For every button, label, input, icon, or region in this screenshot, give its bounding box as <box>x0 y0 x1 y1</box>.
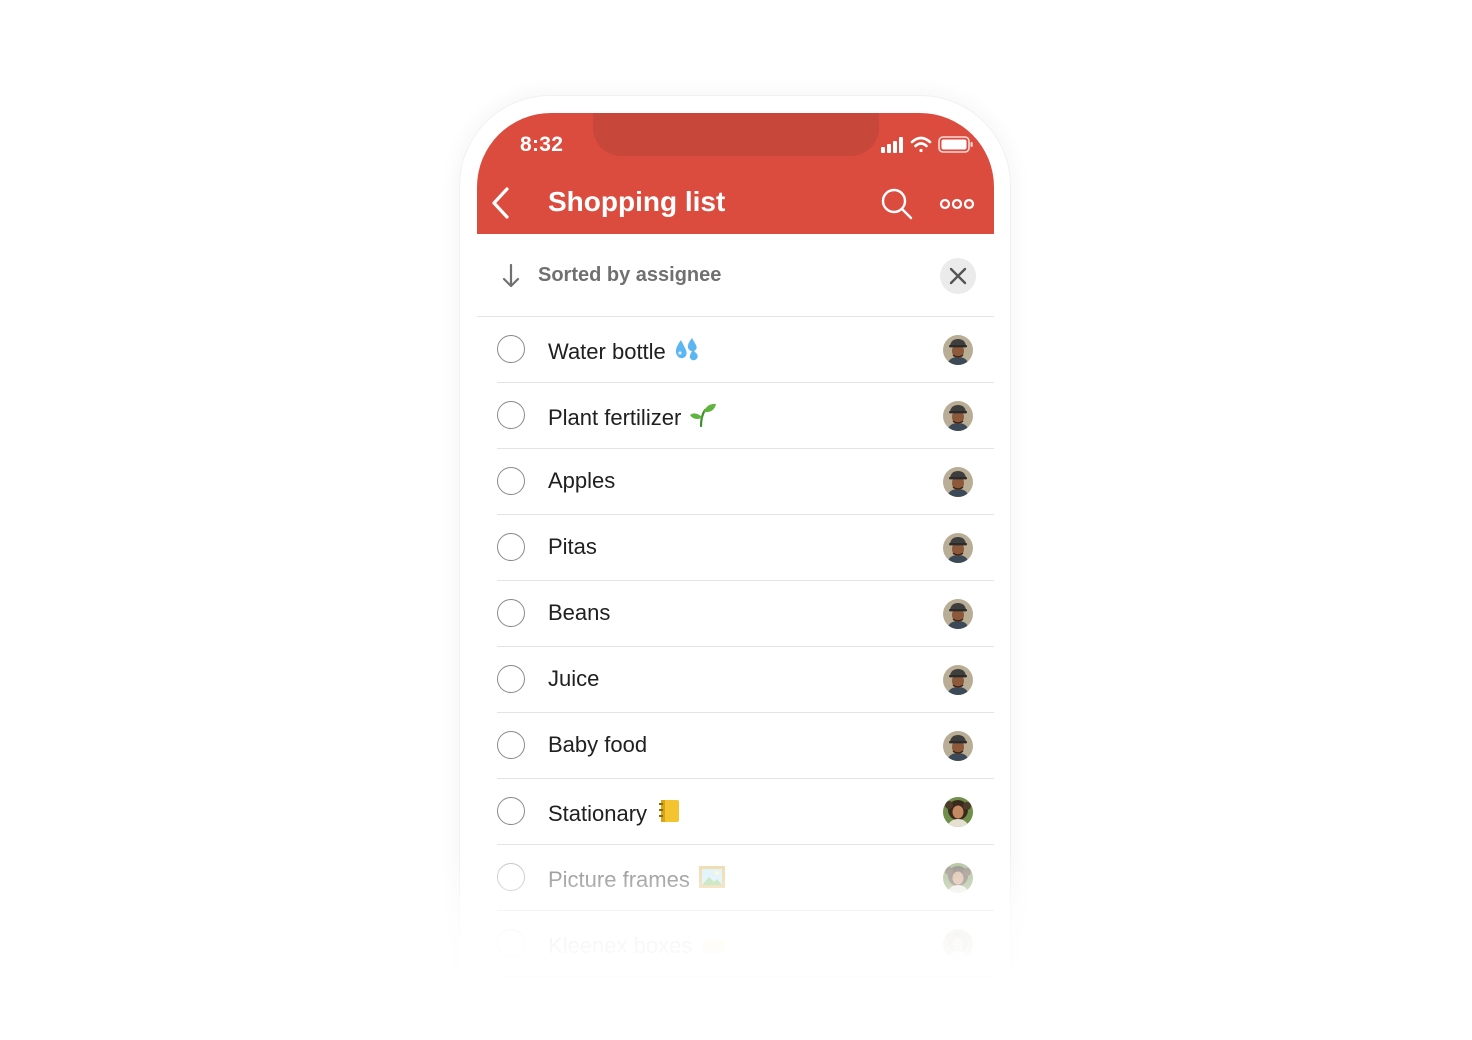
task-label-text: Pitas <box>548 534 597 559</box>
man-avatar-icon <box>943 533 973 563</box>
sweat-droplets-icon <box>675 338 698 361</box>
task-label: Water bottle <box>548 336 702 365</box>
man-avatar-icon <box>943 731 973 761</box>
more-button[interactable] <box>939 193 975 215</box>
assignee-avatar[interactable] <box>943 863 973 893</box>
task-row[interactable]: Kleenex boxes <box>477 911 994 977</box>
task-checkbox[interactable] <box>497 401 525 429</box>
assignee-avatar[interactable] <box>943 731 973 761</box>
chevron-left-icon <box>492 187 509 219</box>
assignee-avatar[interactable] <box>943 467 973 497</box>
task-label: Baby food <box>548 732 647 758</box>
task-label: Juice <box>548 666 599 692</box>
wifi-icon <box>910 136 932 153</box>
man-avatar-icon <box>943 401 973 431</box>
search-icon <box>881 188 913 220</box>
more-horizontal-icon <box>939 198 975 210</box>
woman-avatar-icon <box>943 863 973 893</box>
assignee-avatar[interactable] <box>943 599 973 629</box>
back-button[interactable] <box>485 185 515 221</box>
task-label-text: Stationary <box>548 801 648 826</box>
woman-avatar-icon <box>943 797 973 827</box>
sort-bar: Sorted by assignee <box>477 234 994 317</box>
task-label: Apples <box>548 468 615 494</box>
man-avatar-icon <box>943 599 973 629</box>
task-row[interactable]: Beans <box>477 581 994 647</box>
page-title: Shopping list <box>548 186 726 217</box>
task-checkbox[interactable] <box>497 467 525 495</box>
assignee-avatar[interactable] <box>943 335 973 365</box>
assignee-avatar[interactable] <box>943 797 973 827</box>
task-label: Beans <box>548 600 610 626</box>
task-label-text: Baby food <box>548 732 648 757</box>
task-label: Pitas <box>548 534 597 560</box>
man-avatar-icon <box>943 335 973 365</box>
task-row[interactable]: Water bottle <box>477 317 994 383</box>
task-row[interactable]: Pitas <box>477 515 994 581</box>
task-label-text: Plant fertilizer <box>548 405 682 430</box>
task-row[interactable]: Apples <box>477 449 994 515</box>
tissue-box-icon <box>703 934 726 953</box>
row-divider <box>497 976 994 977</box>
arrow-down-icon <box>502 263 520 288</box>
task-label: Picture frames <box>548 864 726 893</box>
seedling-icon <box>690 403 717 428</box>
task-checkbox[interactable] <box>497 863 525 891</box>
task-row[interactable]: Juice <box>477 647 994 713</box>
task-checkbox[interactable] <box>497 929 525 957</box>
task-label: Plant fertilizer <box>548 402 717 431</box>
clear-sort-button[interactable] <box>940 258 976 294</box>
assignee-avatar[interactable] <box>943 665 973 695</box>
notebook-icon <box>659 800 680 822</box>
task-label-text: Kleenex boxes <box>548 933 693 958</box>
task-label: Stationary <box>548 798 683 827</box>
sort-label: Sorted by assignee <box>538 264 722 286</box>
task-label-text: Apples <box>548 468 616 493</box>
task-row[interactable]: Stationary <box>477 779 994 845</box>
task-list: Water bottle Plant fertilizer Apples Pitas B… <box>477 317 994 977</box>
woman-avatar-icon <box>943 929 973 959</box>
task-checkbox[interactable] <box>497 599 525 627</box>
task-label-text: Beans <box>548 600 611 625</box>
framed-picture-icon <box>698 866 725 888</box>
task-checkbox[interactable] <box>497 533 525 561</box>
assignee-avatar[interactable] <box>943 401 973 431</box>
app-screen: 8:32 Shopping list Sorted by assignee Wa… <box>477 113 994 1013</box>
task-row[interactable]: Baby food <box>477 713 994 779</box>
app-header: 8:32 Shopping list <box>477 113 994 234</box>
task-label: Kleenex boxes <box>548 930 728 959</box>
search-button[interactable] <box>879 186 915 222</box>
task-label-text: Picture frames <box>548 867 690 892</box>
battery-icon <box>938 136 973 153</box>
close-icon <box>949 267 967 285</box>
assignee-avatar[interactable] <box>943 929 973 959</box>
device-notch <box>593 113 879 156</box>
assignee-avatar[interactable] <box>943 533 973 563</box>
task-label-text: Water bottle <box>548 339 666 364</box>
status-time: 8:32 <box>520 133 564 156</box>
task-checkbox[interactable] <box>497 335 525 363</box>
man-avatar-icon <box>943 467 973 497</box>
task-row[interactable]: Picture frames <box>477 845 994 911</box>
task-checkbox[interactable] <box>497 731 525 759</box>
task-label-text: Juice <box>548 666 600 691</box>
task-checkbox[interactable] <box>497 665 525 693</box>
task-row[interactable]: Plant fertilizer <box>477 383 994 449</box>
task-checkbox[interactable] <box>497 797 525 825</box>
status-icons <box>881 136 973 153</box>
signal-icon <box>881 137 903 153</box>
man-avatar-icon <box>943 665 973 695</box>
